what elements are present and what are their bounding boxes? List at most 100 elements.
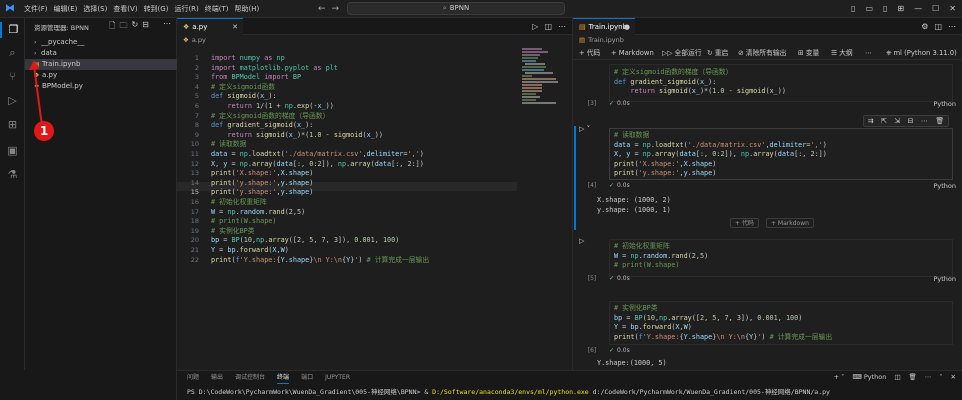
terminal-line[interactable]: PS D:\CodeWork\PycharmWork\WuenDa_Gradie…: [187, 388, 830, 396]
search-icon[interactable]: ⌕: [0, 45, 25, 61]
run-all-button[interactable]: ▷▷ 全部运行: [662, 46, 702, 60]
menu-file[interactable]: 文件(F): [21, 0, 51, 18]
breadcrumb[interactable]: ❖ a.py: [177, 35, 572, 46]
tree-item-pycache[interactable]: › __pycache__: [25, 37, 177, 48]
close-icon[interactable]: ✕: [232, 19, 238, 36]
menu-help[interactable]: 帮助(H): [232, 0, 263, 18]
panel-tab-ports[interactable]: 端口: [301, 371, 313, 384]
run-cell-icon[interactable]: ▷: [579, 237, 584, 245]
split-cell-icon[interactable]: ⊟: [908, 117, 914, 125]
more-icon[interactable]: ⋯: [865, 46, 872, 60]
new-folder-icon[interactable]: 🗀: [119, 20, 127, 34]
testing-icon[interactable]: ⚗: [0, 167, 25, 183]
cell-language[interactable]: Python: [933, 100, 956, 108]
menu-terminal[interactable]: 终端(T): [202, 0, 232, 18]
execute-below-icon[interactable]: ⇲: [894, 117, 900, 125]
new-file-icon[interactable]: 🗋: [109, 20, 115, 34]
remote-explorer-icon[interactable]: ▣: [0, 143, 25, 159]
more-actions-icon[interactable]: ⋯: [558, 18, 566, 35]
minimap[interactable]: [522, 46, 562, 106]
run-cell-icon[interactable]: ▷ ˅: [579, 125, 590, 133]
tree-item-data[interactable]: › data: [25, 48, 177, 59]
close-window-icon[interactable]: ✕: [949, 0, 956, 18]
delete-cell-icon[interactable]: 🗑: [935, 117, 944, 125]
panel-tab-debug-console[interactable]: 调试控制台: [235, 371, 265, 384]
maximize-icon[interactable]: ☐: [932, 0, 939, 18]
tab-a-py[interactable]: ❖ a.py ✕: [177, 18, 243, 35]
clear-outputs-button[interactable]: ⊘ 清除所有输出: [738, 46, 786, 60]
toggle-secondary-sidebar-icon[interactable]: ▯: [883, 0, 887, 18]
outline-button[interactable]: ☰ 大纲: [831, 46, 853, 60]
kill-terminal-icon[interactable]: 🗑: [909, 371, 917, 384]
chevron-right-icon: ›: [34, 50, 37, 57]
insert-code-cell-button[interactable]: + 代码: [730, 218, 759, 228]
tree-item-train-ipynb[interactable]: ▤ Train.ipynb: [25, 59, 177, 70]
settings-icon[interactable]: ⚙: [921, 18, 928, 35]
insert-markdown-cell-button[interactable]: + Markdown: [766, 218, 814, 228]
split-editor-icon[interactable]: ◫: [544, 18, 552, 35]
maximize-panel-icon[interactable]: ˄: [939, 371, 942, 384]
menu-run[interactable]: 运行(R): [171, 0, 201, 18]
execute-above-icon[interactable]: ⇱: [881, 117, 887, 125]
refresh-icon[interactable]: ↻: [131, 20, 138, 34]
code-cell[interactable]: # 初始化权重矩阵 W = np.random.rand(2,5) # prin…: [609, 239, 953, 277]
restart-button[interactable]: ↻ 重启: [707, 46, 728, 60]
code-line: bp = BP(10,np.array([2, 5, 7, 3]), 0.001…: [211, 236, 400, 245]
panel-tab-problems[interactable]: 问题: [187, 371, 199, 384]
toggle-panel-icon[interactable]: ▭: [865, 0, 873, 18]
layout-icon[interactable]: ⊞: [897, 0, 904, 18]
run-by-line-icon[interactable]: ⇉: [868, 117, 874, 125]
panel-tab-terminal[interactable]: 终端: [277, 371, 290, 384]
minimize-icon[interactable]: —: [914, 0, 922, 18]
forward-arrow-icon[interactable]: →: [332, 2, 340, 16]
tab-train-ipynb[interactable]: ▤ Train.ipynb ●: [573, 18, 635, 35]
run-file-icon[interactable]: ▷: [532, 18, 538, 35]
focused-cell-indicator: [574, 126, 576, 230]
code-line: # 读取数据: [211, 140, 247, 149]
tree-item-a-py[interactable]: ❖ a.py: [25, 70, 177, 81]
code-content[interactable]: import numpy as np import matplotlib.pyp…: [177, 54, 517, 284]
menu-selection[interactable]: 选择(S): [80, 0, 110, 18]
tree-item-label: Train.ipynb: [42, 60, 81, 68]
menu-edit[interactable]: 编辑(E): [51, 0, 81, 18]
kernel-picker[interactable]: ⎈ ml (Python 3.11.0): [886, 46, 957, 60]
code-line: import matplotlib.pyplot as plt: [211, 63, 338, 72]
extensions-icon[interactable]: ⊞: [0, 117, 25, 133]
panel-tab-output[interactable]: 输出: [211, 371, 223, 384]
collapse-all-icon[interactable]: ⊟: [142, 20, 149, 34]
explorer-icon[interactable]: ❐: [0, 22, 25, 38]
command-center-text: BPNN: [449, 4, 470, 12]
menu-view[interactable]: 查看(V): [110, 0, 140, 18]
close-panel-icon[interactable]: ✕: [951, 371, 956, 384]
code-line: # 实例化BP类: [614, 304, 658, 312]
cell-more-icon[interactable]: ⋯: [921, 117, 928, 125]
run-debug-icon[interactable]: ▷: [0, 93, 25, 109]
notebook-breadcrumb[interactable]: ▤ Train.ipynb: [573, 35, 962, 46]
restart-icon: ↻: [707, 49, 713, 57]
cell-language[interactable]: Python: [933, 182, 956, 190]
plus-icon: +: [611, 49, 617, 57]
code-cell[interactable]: # 实例化BP类 bp = BP(10,np.array([2, 5, 7, 3…: [609, 301, 953, 345]
source-control-icon[interactable]: ⑂: [0, 69, 25, 85]
menu-goto[interactable]: 转到(G): [141, 0, 172, 18]
split-editor-icon[interactable]: ◫: [934, 18, 942, 35]
tree-item-bpmodel-py[interactable]: ❖ BPModel.py: [25, 81, 177, 92]
split-terminal-icon[interactable]: ◫: [894, 371, 900, 384]
toggle-sidebar-icon[interactable]: ▯: [851, 0, 855, 18]
back-arrow-icon[interactable]: ←: [318, 2, 326, 16]
add-markdown-cell-button[interactable]: + Markdown: [611, 46, 654, 60]
code-cell-focused[interactable]: # 读取数据 data = np.loadtxt('./data/matrix.…: [609, 128, 953, 180]
panel-tab-jupyter[interactable]: JUPYTER: [325, 371, 350, 384]
cell-language[interactable]: Python: [933, 275, 956, 283]
terminal-shell-label[interactable]: ⌨ Python: [852, 371, 886, 384]
unsaved-dot-icon[interactable]: ●: [624, 19, 630, 36]
notebook-editor-actions: ⚙ ◫ ⋯: [921, 18, 956, 35]
new-terminal-icon[interactable]: + ˅: [834, 371, 845, 384]
variables-button[interactable]: ⊞ 变量: [798, 46, 819, 60]
more-actions-icon[interactable]: ⋯: [925, 371, 932, 384]
more-actions-icon[interactable]: ⋯: [163, 19, 171, 28]
command-center-search[interactable]: ⌕ BPNN: [347, 2, 565, 15]
code-cell[interactable]: # 定义sigmoid函数的梯度（导函数） def gradient_sigmo…: [609, 64, 953, 102]
more-actions-icon[interactable]: ⋯: [948, 18, 956, 35]
add-code-cell-button[interactable]: + 代码: [579, 46, 600, 60]
